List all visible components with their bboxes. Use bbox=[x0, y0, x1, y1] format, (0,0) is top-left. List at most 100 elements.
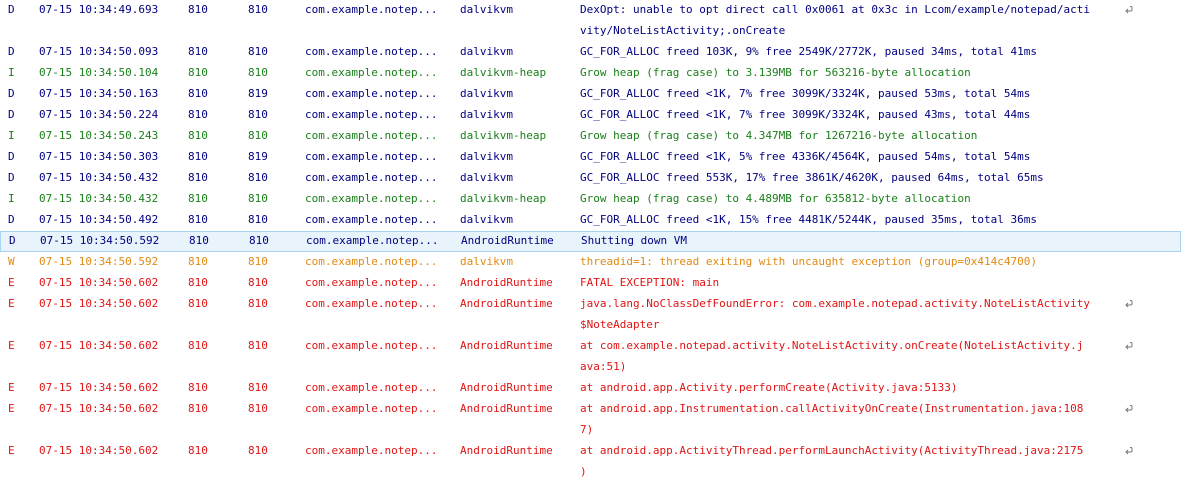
log-application: com.example.notep... bbox=[305, 402, 438, 415]
log-message-line: DexOpt: unable to opt direct call 0x0061… bbox=[580, 3, 1090, 16]
log-message: at com.example.notepad.activity.NoteList… bbox=[580, 339, 1140, 381]
log-tag: dalvikvm-heap bbox=[460, 66, 547, 79]
log-row[interactable]: I 07-15 10:34:50.243 810 810 com.example.not… bbox=[0, 126, 1181, 147]
log-pid: 810 bbox=[188, 444, 208, 457]
log-tid: 819 bbox=[248, 87, 268, 100]
log-message: DexOpt: unable to opt direct call 0x0061… bbox=[580, 3, 1140, 45]
log-tag: dalvikvm-heap bbox=[460, 129, 547, 142]
log-level: E bbox=[8, 276, 15, 289]
log-tid: 810 bbox=[248, 129, 268, 142]
log-pid: 810 bbox=[188, 339, 208, 352]
log-tid: 810 bbox=[248, 297, 268, 310]
log-time: 07-15 10:34:50.093 bbox=[39, 45, 159, 58]
log-level: E bbox=[8, 381, 15, 394]
log-tag: dalvikvm bbox=[460, 171, 513, 184]
log-row[interactable]: D 07-15 10:34:50.303 810 819 com.example.not… bbox=[0, 147, 1181, 168]
log-tid: 810 bbox=[248, 66, 268, 79]
log-row[interactable]: D 07-15 10:34:50.492 810 810 com.example.not… bbox=[0, 210, 1181, 231]
log-row[interactable]: I 07-15 10:34:50.432 810 810 com.example.not… bbox=[0, 189, 1181, 210]
wrap-icon bbox=[1125, 6, 1133, 14]
log-time: 07-15 10:34:50.602 bbox=[39, 402, 159, 415]
log-time: 07-15 10:34:50.602 bbox=[39, 381, 159, 394]
log-row[interactable]: D 07-15 10:34:49.693 810 810 com.example.not… bbox=[0, 0, 1181, 42]
log-row[interactable]: D 07-15 10:34:50.432 810 810 com.example.not… bbox=[0, 168, 1181, 189]
log-row[interactable]: E 07-15 10:34:50.602 810 810 com.example.not… bbox=[0, 273, 1181, 294]
log-pid: 810 bbox=[188, 171, 208, 184]
log-application: com.example.notep... bbox=[305, 381, 438, 394]
log-row[interactable]: I 07-15 10:34:50.104 810 810 com.example.not… bbox=[0, 63, 1181, 84]
wrap-icon bbox=[1125, 300, 1133, 308]
log-tid: 810 bbox=[248, 171, 268, 184]
log-pid: 810 bbox=[188, 276, 208, 289]
log-pid: 810 bbox=[188, 66, 208, 79]
wrap-icon bbox=[1125, 447, 1133, 455]
log-tag: dalvikvm bbox=[460, 108, 513, 121]
log-tag: AndroidRuntime bbox=[460, 381, 553, 394]
log-message-line: at android.app.ActivityThread.performLau… bbox=[580, 444, 1084, 457]
log-row[interactable]: D 07-15 10:34:50.224 810 810 com.example.not… bbox=[0, 105, 1181, 126]
log-pid: 810 bbox=[188, 45, 208, 58]
log-row[interactable]: D 07-15 10:34:50.093 810 810 com.example.not… bbox=[0, 42, 1181, 63]
log-level: D bbox=[8, 171, 15, 184]
log-pid: 810 bbox=[188, 108, 208, 121]
log-time: 07-15 10:34:50.432 bbox=[39, 192, 159, 205]
log-tid: 810 bbox=[248, 402, 268, 415]
log-tid: 810 bbox=[248, 108, 268, 121]
log-time: 07-15 10:34:50.104 bbox=[39, 66, 159, 79]
log-level: D bbox=[8, 3, 15, 16]
log-row[interactable]: D 07-15 10:34:50.592 810 810 com.example.not… bbox=[0, 231, 1181, 252]
log-level: W bbox=[8, 255, 15, 268]
wrap-icon bbox=[1125, 405, 1133, 413]
log-time: 07-15 10:34:50.602 bbox=[39, 339, 159, 352]
log-message-line: java.lang.NoClassDefFoundError: com.exam… bbox=[580, 297, 1090, 310]
log-time: 07-15 10:34:50.602 bbox=[39, 276, 159, 289]
log-row[interactable]: E 07-15 10:34:50.602 810 810 com.example.not… bbox=[0, 399, 1181, 441]
log-application: com.example.notep... bbox=[305, 129, 438, 142]
log-application: com.example.notep... bbox=[305, 255, 438, 268]
log-level: I bbox=[8, 66, 15, 79]
log-level: E bbox=[8, 297, 15, 310]
log-pid: 810 bbox=[188, 192, 208, 205]
log-pid: 810 bbox=[188, 3, 208, 16]
log-level: D bbox=[8, 150, 15, 163]
log-tag: dalvikvm bbox=[460, 213, 513, 226]
log-time: 07-15 10:34:49.693 bbox=[39, 3, 159, 16]
log-row[interactable]: E 07-15 10:34:50.602 810 810 com.example.not… bbox=[0, 441, 1181, 483]
log-pid: 810 bbox=[188, 297, 208, 310]
log-level: I bbox=[8, 192, 15, 205]
log-application: com.example.notep... bbox=[305, 108, 438, 121]
log-tag: AndroidRuntime bbox=[460, 297, 553, 310]
log-tid: 810 bbox=[248, 213, 268, 226]
log-tag: dalvikvm bbox=[460, 150, 513, 163]
log-tid: 810 bbox=[248, 3, 268, 16]
log-tag: AndroidRuntime bbox=[460, 402, 553, 415]
log-row[interactable]: E 07-15 10:34:50.602 810 810 com.example.not… bbox=[0, 336, 1181, 378]
log-time: 07-15 10:34:50.224 bbox=[39, 108, 159, 121]
log-level: E bbox=[8, 339, 15, 352]
log-pid: 810 bbox=[188, 213, 208, 226]
log-application: com.example.notep... bbox=[306, 234, 439, 247]
log-pid: 810 bbox=[188, 150, 208, 163]
log-level: E bbox=[8, 402, 15, 415]
log-message: at android.app.Instrumentation.callActiv… bbox=[580, 402, 1140, 444]
log-row[interactable]: E 07-15 10:34:50.602 810 810 com.example.not… bbox=[0, 378, 1181, 399]
log-row[interactable]: E 07-15 10:34:50.602 810 810 com.example.not… bbox=[0, 294, 1181, 336]
log-tid: 819 bbox=[248, 150, 268, 163]
log-row[interactable]: W 07-15 10:34:50.592 810 810 com.example.not… bbox=[0, 252, 1181, 273]
log-row[interactable]: D 07-15 10:34:50.163 810 819 com.example.not… bbox=[0, 84, 1181, 105]
log-time: 07-15 10:34:50.602 bbox=[39, 444, 159, 457]
log-tag: dalvikvm bbox=[460, 87, 513, 100]
log-tid: 810 bbox=[248, 255, 268, 268]
log-tag: dalvikvm bbox=[460, 3, 513, 16]
log-message-line: at com.example.notepad.activity.NoteList… bbox=[580, 339, 1084, 352]
log-message: java.lang.NoClassDefFoundError: com.exam… bbox=[580, 297, 1140, 339]
log-tid: 810 bbox=[248, 45, 268, 58]
log-level: D bbox=[8, 213, 15, 226]
log-time: 07-15 10:34:50.243 bbox=[39, 129, 159, 142]
log-tag: AndroidRuntime bbox=[461, 234, 554, 247]
log-time: 07-15 10:34:50.432 bbox=[39, 171, 159, 184]
log-tid: 810 bbox=[248, 381, 268, 394]
log-application: com.example.notep... bbox=[305, 339, 438, 352]
log-application: com.example.notep... bbox=[305, 150, 438, 163]
log-tag: AndroidRuntime bbox=[460, 276, 553, 289]
